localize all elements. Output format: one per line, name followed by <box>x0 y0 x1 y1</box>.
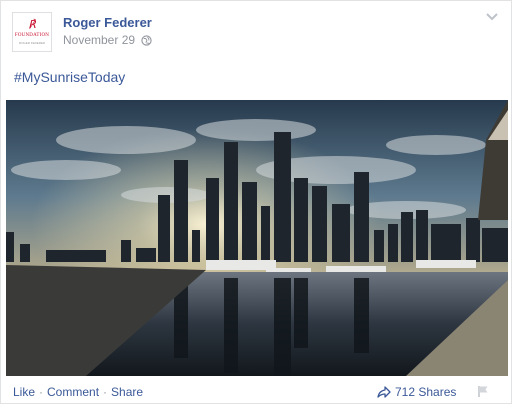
globe-icon[interactable] <box>141 34 152 46</box>
avatar-logo-mark: ℟ <box>28 18 36 31</box>
page-avatar[interactable]: ℟ FOUNDATION ROGER FEDERER <box>12 12 52 52</box>
share-arrow-icon <box>377 386 391 398</box>
avatar-brand-text: FOUNDATION <box>14 33 50 38</box>
comment-link[interactable]: Comment <box>47 385 99 399</box>
share-link[interactable]: Share <box>111 385 143 399</box>
action-separator: · <box>103 385 108 399</box>
post-date[interactable]: November 29 <box>63 33 135 47</box>
shares-label: 712 Shares <box>395 385 457 399</box>
action-separator: · <box>39 385 44 399</box>
post-photo[interactable] <box>6 100 508 376</box>
post-hashtag[interactable]: #MySunriseToday <box>14 69 125 85</box>
chevron-down-icon[interactable] <box>485 12 499 22</box>
author-name[interactable]: Roger Federer <box>63 15 152 30</box>
post-actions: Like · Comment · Share <box>13 385 143 399</box>
shares-count[interactable]: 712 Shares <box>377 385 456 399</box>
flag-icon[interactable] <box>477 385 489 398</box>
avatar-sub-text: ROGER FEDERER <box>18 41 46 45</box>
post-card: ℟ FOUNDATION ROGER FEDERER Roger Federer… <box>0 0 512 404</box>
like-link[interactable]: Like <box>13 385 35 399</box>
post-meta: November 29 <box>63 33 152 47</box>
